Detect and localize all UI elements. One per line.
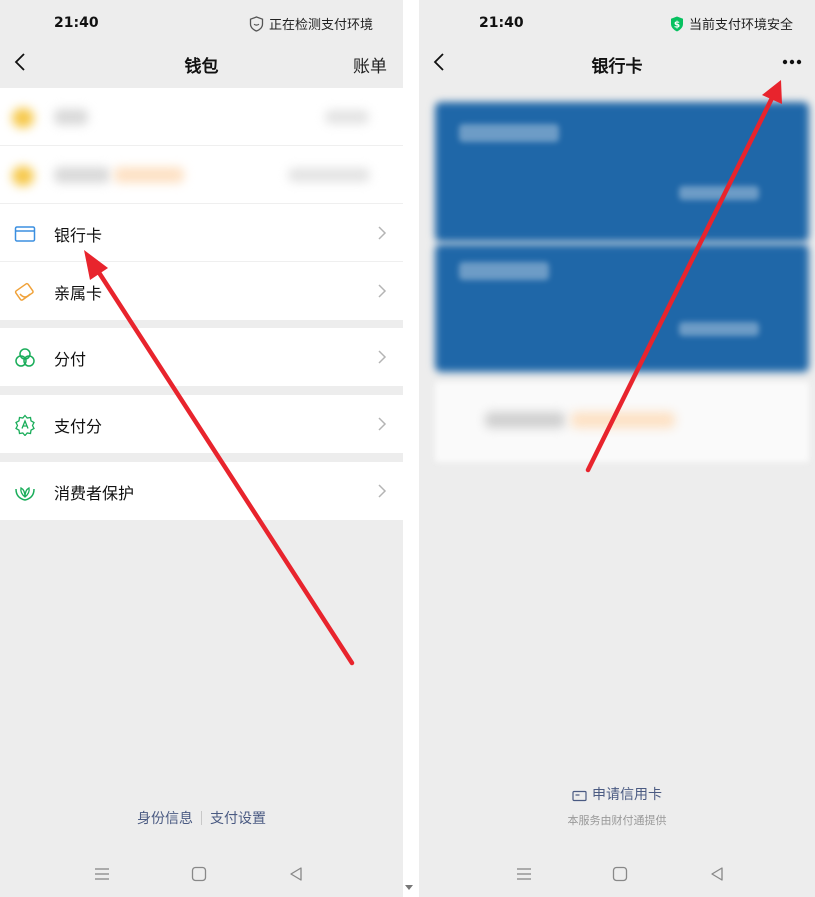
bank-card-item[interactable] <box>435 102 809 242</box>
pay-score-icon <box>15 414 35 436</box>
back-nav-icon[interactable] <box>287 865 305 883</box>
fenfu-list: 分付 <box>0 328 403 386</box>
apply-credit-card-link[interactable]: 申请信用卡 <box>419 784 815 804</box>
system-nav-bar <box>419 851 815 897</box>
bank-card-icon <box>14 226 36 242</box>
apply-credit-card-label: 申请信用卡 <box>592 787 662 803</box>
menu-label: 消费者保护 <box>54 484 135 503</box>
menu-nav-icon[interactable] <box>515 865 533 883</box>
home-nav-icon[interactable] <box>190 865 208 883</box>
screen-divider <box>403 0 419 897</box>
system-nav-bar <box>0 851 403 897</box>
home-nav-icon[interactable] <box>611 865 629 883</box>
menu-label: 支付分 <box>54 417 103 436</box>
pay-settings-link[interactable]: 支付设置 <box>210 808 266 828</box>
blurred-label <box>54 167 110 183</box>
more-options-icon[interactable] <box>777 49 807 75</box>
balance-row[interactable] <box>0 146 403 204</box>
family-card-icon <box>14 282 34 301</box>
shield-outline-icon <box>249 15 264 32</box>
identity-info-link[interactable]: 身份信息 <box>137 808 193 828</box>
menu-row-consumer-protection[interactable]: 消费者保护 <box>0 462 403 520</box>
chevron-right-icon <box>378 350 387 364</box>
consumer-protection-icon <box>15 487 35 501</box>
menu-nav-icon[interactable] <box>93 865 111 883</box>
menu-label: 银行卡 <box>54 226 103 245</box>
credit-card-icon <box>572 790 587 802</box>
balance-list: 银行卡 亲属卡 <box>0 88 403 320</box>
title-bar: 钱包 账单 <box>0 46 403 86</box>
bank-card-screen: 21:40 $ 当前支付环境安全 银行卡 申请信用卡 本服务由财付通提供 <box>419 0 815 897</box>
page-title: 钱包 <box>184 57 219 77</box>
blurred-offer-badge <box>571 412 675 428</box>
blurred-label <box>54 109 88 125</box>
blurred-badge <box>114 167 184 183</box>
chevron-right-icon <box>378 417 387 431</box>
blurred-bank-name <box>459 262 549 280</box>
status-time: 21:40 <box>54 15 99 31</box>
fenfu-icon <box>15 348 35 367</box>
payment-env-status: 正在检测支付环境 <box>249 14 373 33</box>
pay-score-list: 支付分 <box>0 395 403 453</box>
blurred-offer-text <box>485 412 565 428</box>
menu-row-fenfu[interactable]: 分付 <box>0 328 403 386</box>
menu-label: 分付 <box>54 350 87 369</box>
chevron-right-icon <box>378 284 387 298</box>
coin-icon <box>12 108 34 128</box>
blurred-value <box>288 168 370 182</box>
footer-links: 身份信息 支付设置 <box>0 808 403 828</box>
title-bar: 银行卡 <box>419 46 815 86</box>
chevron-right-icon <box>378 226 387 240</box>
consumer-protection-list: 消费者保护 <box>0 462 403 520</box>
blurred-value <box>325 110 369 124</box>
svg-text:$: $ <box>674 20 680 30</box>
menu-row-pay-score[interactable]: 支付分 <box>0 395 403 453</box>
bill-button[interactable]: 账单 <box>353 52 387 77</box>
back-nav-icon[interactable] <box>708 865 726 883</box>
blurred-card-number <box>679 322 759 336</box>
status-bar: 21:40 $ 当前支付环境安全 <box>419 0 815 46</box>
page-title: 银行卡 <box>591 57 643 77</box>
chevron-right-icon <box>378 484 387 498</box>
wallet-screen: 21:40 正在检测支付环境 钱包 账单 银行卡 亲属卡 分付 支付分 消费者保… <box>0 0 403 897</box>
balance-row[interactable] <box>0 88 403 146</box>
blurred-card-number <box>679 186 759 200</box>
payment-env-status: $ 当前支付环境安全 <box>670 14 793 33</box>
menu-row-family-card[interactable]: 亲属卡 <box>0 262 403 320</box>
menu-label: 亲属卡 <box>54 284 103 303</box>
service-provider-note: 本服务由财付通提供 <box>567 814 667 827</box>
env-status-text: 正在检测支付环境 <box>268 18 373 33</box>
env-status-text: 当前支付环境安全 <box>688 18 793 33</box>
menu-row-bank-card[interactable]: 银行卡 <box>0 204 403 262</box>
status-bar: 21:40 正在检测支付环境 <box>0 0 403 46</box>
blurred-bank-name <box>459 124 559 142</box>
link-separator <box>201 811 202 825</box>
shield-check-icon: $ <box>670 16 683 31</box>
status-time: 21:40 <box>479 15 524 31</box>
divider-marker <box>405 885 413 890</box>
coin-icon <box>12 166 34 186</box>
